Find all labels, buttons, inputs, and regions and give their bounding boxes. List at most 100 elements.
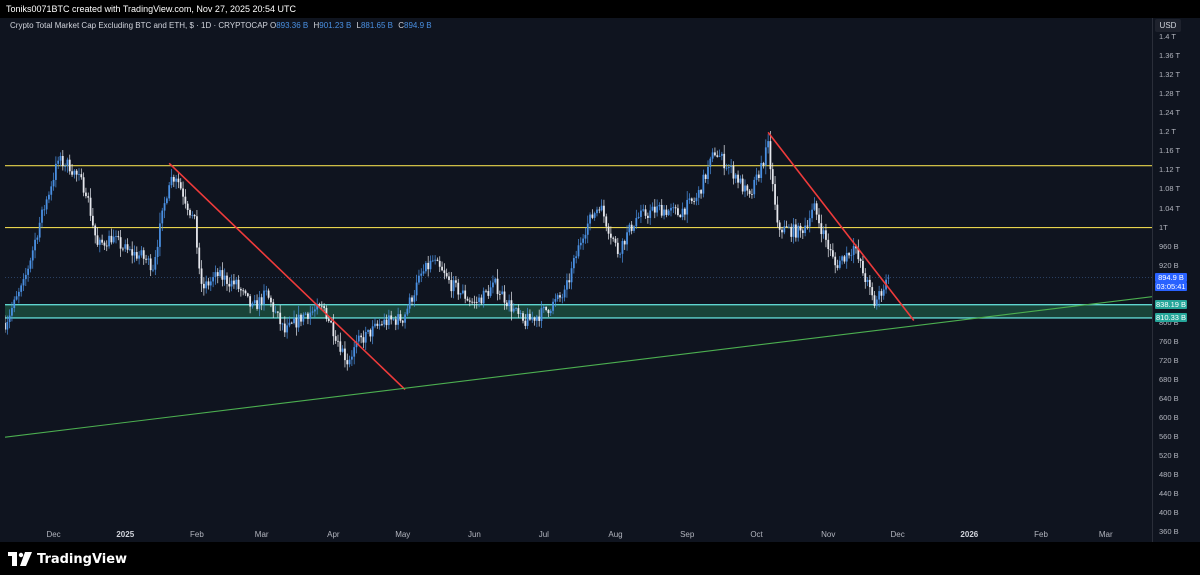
candle-body-212 (494, 278, 497, 283)
candle-body-3 (11, 308, 13, 316)
candle-body-78 (184, 196, 187, 204)
candle-body-111 (260, 297, 263, 305)
candle-body-105 (246, 293, 249, 297)
candle-body-218 (508, 300, 511, 307)
price-tick-label: 1.16 T (1159, 146, 1181, 156)
price-chart[interactable] (5, 18, 1152, 542)
candle-body-62 (147, 258, 150, 260)
candle-body-14 (36, 237, 39, 240)
candle-body-222 (517, 308, 520, 314)
candle-body-83 (196, 216, 198, 248)
candle-body-237 (552, 301, 554, 311)
candle-body-204 (475, 302, 478, 303)
candle-body-184 (429, 260, 432, 270)
currency-selector[interactable]: USD (1155, 19, 1181, 32)
candle-body-40 (96, 235, 99, 245)
candle-body-376 (873, 295, 876, 306)
candle-body-37 (89, 197, 92, 216)
price-tick-label: 1T (1159, 222, 1168, 232)
candle-body-129 (302, 314, 305, 322)
candle-body-74 (175, 178, 178, 182)
candle-body-164 (383, 319, 386, 325)
candle-body-160 (374, 323, 376, 327)
candle-body-199 (464, 290, 467, 299)
candle-body-31 (75, 170, 78, 175)
candle-body-348 (808, 218, 811, 227)
candle-body-143 (334, 336, 337, 341)
candle-body-248 (577, 245, 580, 257)
candle-body-334 (776, 204, 779, 223)
candle-body-86 (202, 283, 205, 289)
candle-body-275 (640, 210, 642, 217)
candle-body-12 (31, 250, 34, 261)
candle-body-251 (584, 234, 587, 239)
candle-body-332 (771, 169, 774, 185)
candle-body-102 (239, 289, 242, 291)
candle-body-66 (156, 246, 159, 257)
candle-body-47 (112, 236, 115, 243)
candle-body-46 (110, 235, 113, 243)
candle-body-141 (330, 321, 332, 323)
candle-body-122 (286, 325, 289, 333)
candle-body-342 (794, 224, 797, 238)
candle-body-116 (272, 302, 275, 312)
candle-body-60 (142, 250, 145, 259)
candle-body-344 (799, 225, 802, 231)
candle-body-192 (448, 276, 450, 281)
candle-body-146 (341, 348, 344, 352)
candle-body-260 (605, 216, 608, 227)
candle-body-258 (600, 205, 603, 211)
time-tick-label: Nov (821, 530, 836, 539)
candle-body-196 (457, 282, 460, 295)
candle-body-281 (653, 206, 656, 213)
candle-body-177 (413, 295, 416, 302)
candle-body-240 (559, 295, 561, 298)
candle-body-100 (235, 279, 238, 285)
candle-body-59 (140, 250, 143, 256)
candle-body-217 (505, 302, 508, 307)
candle-body-298 (693, 200, 696, 202)
candle-body-68 (161, 210, 164, 224)
candle-body-323 (751, 194, 753, 195)
price-tick-label: 760 B (1159, 336, 1179, 346)
time-tick-label: Aug (608, 530, 623, 539)
candle-body-263 (612, 237, 615, 239)
candle-body-372 (864, 273, 867, 282)
candle-body-358 (831, 250, 834, 257)
candle-body-231 (538, 316, 541, 321)
candle-body-321 (746, 185, 749, 191)
candle-body-314 (730, 165, 733, 168)
candle-body-296 (688, 198, 691, 200)
candle-body-374 (868, 279, 871, 288)
time-tick-label: 2026 (960, 530, 979, 539)
candle-body-279 (649, 210, 652, 218)
price-tick-label: 400 B (1159, 508, 1179, 518)
candle-body-360 (836, 265, 839, 268)
candle-body-24 (59, 155, 62, 161)
candle-body-140 (327, 318, 330, 322)
candle-body-89 (209, 281, 212, 286)
candle-body-158 (369, 329, 372, 337)
candle-body-211 (492, 282, 494, 288)
time-tick-label: Feb (1034, 530, 1048, 539)
candle-body-213 (496, 278, 499, 295)
candle-body-303 (704, 174, 707, 179)
candle-body-13 (34, 239, 36, 251)
candle-body-95 (223, 275, 226, 280)
candle-body-319 (741, 178, 744, 192)
candle-body-181 (422, 271, 425, 274)
candle-body-15 (38, 222, 41, 238)
candle-body-271 (630, 224, 633, 231)
candle-body-363 (843, 256, 846, 262)
candle-body-338 (785, 226, 788, 228)
candle-body-198 (461, 290, 464, 294)
candle-body-87 (205, 281, 208, 289)
candle-body-153 (357, 335, 360, 342)
candle-body-226 (526, 313, 529, 326)
tradingview-logo: TradingView (8, 551, 127, 567)
candle-body-280 (651, 206, 654, 211)
price-tick-label: 1.24 T (1159, 108, 1181, 118)
candle-body-91 (214, 272, 217, 278)
candle-body-208 (485, 290, 487, 292)
candle-body-351 (815, 203, 818, 215)
